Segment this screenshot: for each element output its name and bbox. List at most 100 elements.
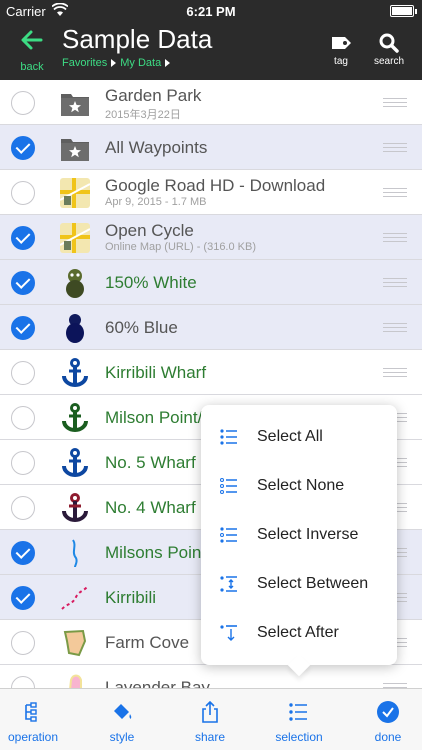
selection-checkbox[interactable] — [11, 271, 35, 295]
list-item[interactable]: Kirribili Wharf — [0, 350, 422, 395]
breadcrumb-arrow-icon — [165, 59, 171, 68]
selection-checkbox[interactable] — [11, 91, 35, 115]
anchor-icon — [58, 356, 92, 390]
drag-handle-icon[interactable] — [383, 323, 407, 332]
page-title: Sample Data — [62, 24, 213, 54]
list-item[interactable]: Lavender Bay — [0, 665, 422, 688]
selection-checkbox[interactable] — [11, 181, 35, 205]
drag-handle-icon[interactable] — [383, 278, 407, 287]
back-arrow-icon — [8, 28, 56, 57]
menu-item-label: Select Between — [257, 575, 369, 592]
item-title: Google Road HD - Download — [105, 176, 326, 195]
selection-popover-menu: Select All Select None Select Inverse Se… — [201, 405, 397, 665]
item-title: Open Cycle — [105, 221, 194, 240]
menu-item-select-none[interactable]: Select None — [201, 462, 397, 511]
selection-checkbox[interactable] — [11, 676, 35, 688]
selection-checkbox[interactable] — [11, 316, 35, 340]
list-item[interactable]: Google Road HD - Download Apr 9, 2015 - … — [0, 170, 422, 215]
item-subtitle: 2015年3月22日 — [105, 109, 181, 121]
selection-checkbox[interactable] — [11, 541, 35, 565]
operation-label: operation — [7, 730, 59, 744]
tag-icon — [318, 30, 364, 56]
battery-icon — [390, 5, 417, 17]
operation-icon — [0, 699, 73, 725]
selection-checkbox[interactable] — [11, 361, 35, 385]
anchor-red-icon — [58, 491, 92, 525]
item-title: No. 4 Wharf — [105, 498, 196, 517]
paint-bucket-icon — [82, 699, 162, 725]
breadcrumb: Favorites My Data — [62, 57, 174, 69]
menu-item-select-inverse[interactable]: Select Inverse — [201, 511, 397, 560]
list-item[interactable]: 150% White — [0, 260, 422, 305]
list-item[interactable]: Garden Park 2015年3月22日 — [0, 80, 422, 125]
clock: 6:21 PM — [186, 4, 236, 19]
item-title: Milsons Point — [105, 543, 207, 562]
tag-button[interactable]: tag — [318, 30, 364, 67]
share-icon — [170, 699, 250, 725]
item-title: Garden Park — [105, 86, 202, 105]
breadcrumb-favorites[interactable]: Favorites — [62, 57, 107, 69]
selection-checkbox[interactable] — [11, 226, 35, 250]
list-deselect-icon — [220, 477, 238, 495]
search-label: search — [373, 56, 404, 67]
drag-handle-icon[interactable] — [383, 143, 407, 152]
selection-checkbox[interactable] — [11, 136, 35, 160]
map-tile-icon — [58, 176, 92, 210]
character-icon — [58, 266, 92, 300]
selection-checkbox[interactable] — [11, 451, 35, 475]
menu-item-select-all[interactable]: Select All — [201, 413, 397, 462]
selection-button[interactable]: selection — [259, 699, 339, 744]
list-after-icon — [220, 624, 238, 642]
search-button[interactable]: search — [366, 30, 412, 67]
navigation-bar: back Sample Data Favorites My Data tag se… — [0, 22, 422, 80]
list-between-icon — [220, 575, 238, 593]
menu-item-label: Select After — [257, 624, 339, 641]
style-button[interactable]: style — [82, 699, 162, 744]
item-title: No. 5 Wharf — [105, 453, 196, 472]
back-button[interactable]: back — [8, 28, 56, 74]
item-title: Lavender Bay — [105, 678, 210, 688]
anchor-green-icon — [58, 401, 92, 435]
breadcrumb-my-data[interactable]: My Data — [120, 57, 161, 69]
drag-handle-icon[interactable] — [383, 233, 407, 242]
list-select-icon — [259, 699, 339, 725]
character-blue-icon — [58, 311, 92, 345]
style-label: style — [109, 730, 135, 744]
item-title: Kirribili — [105, 588, 156, 607]
list-select-icon — [220, 428, 238, 446]
drag-handle-icon[interactable] — [383, 98, 407, 107]
done-label: done — [374, 730, 402, 744]
menu-item-select-after[interactable]: Select After — [201, 609, 397, 658]
track-dotted-icon — [58, 581, 92, 615]
back-label: back — [20, 61, 44, 73]
item-title: All Waypoints — [105, 138, 208, 157]
drag-handle-icon[interactable] — [383, 188, 407, 197]
item-title: Kirribili Wharf — [105, 363, 207, 382]
anchor-icon — [58, 446, 92, 480]
map-tile-icon — [58, 221, 92, 255]
menu-item-label: Select All — [257, 428, 323, 445]
selection-checkbox[interactable] — [11, 631, 35, 655]
operation-button[interactable]: operation — [0, 699, 73, 744]
menu-item-select-between[interactable]: Select Between — [201, 560, 397, 609]
search-icon — [366, 30, 412, 56]
area-pink-icon — [58, 671, 92, 688]
track-line-icon — [58, 536, 92, 570]
selection-checkbox[interactable] — [11, 406, 35, 430]
share-button[interactable]: share — [170, 699, 250, 744]
list-item[interactable]: All Waypoints — [0, 125, 422, 170]
menu-item-label: Select Inverse — [257, 526, 359, 543]
share-label: share — [194, 730, 226, 744]
item-title: Milson Point/ — [105, 408, 203, 427]
selection-checkbox[interactable] — [11, 496, 35, 520]
menu-item-label: Select None — [257, 477, 345, 494]
folder-star-icon — [58, 131, 92, 165]
drag-handle-icon[interactable] — [383, 368, 407, 377]
done-button[interactable]: done — [348, 699, 422, 744]
folder-star-icon — [58, 86, 92, 120]
selection-checkbox[interactable] — [11, 586, 35, 610]
bottom-toolbar: operation style share selection done — [0, 688, 422, 750]
list-item[interactable]: Open Cycle Online Map (URL) - (316.0 KB) — [0, 215, 422, 260]
list-item[interactable]: 60% Blue — [0, 305, 422, 350]
list-inverse-icon — [220, 526, 238, 544]
